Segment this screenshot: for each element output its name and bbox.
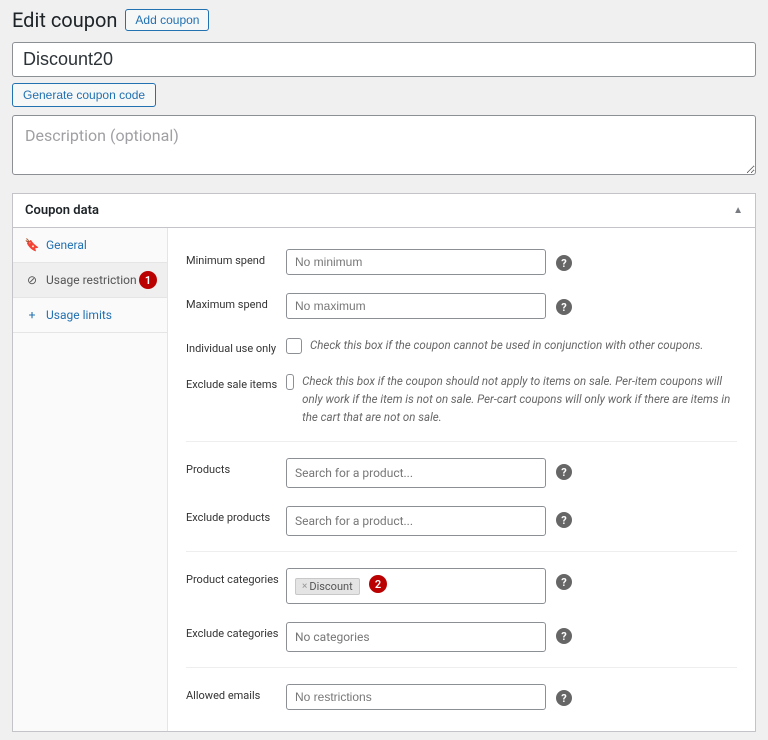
tab-label: General [46, 238, 87, 252]
coupon-data-panel: Coupon data ▲ 🔖 General ⊘ Usage restrict… [12, 193, 756, 732]
description-textarea[interactable] [12, 115, 756, 175]
field-label: Maximum spend [186, 293, 286, 311]
products-select[interactable]: Search for a product... [286, 458, 546, 488]
panel-body: 🔖 General ⊘ Usage restriction 1 + Usage … [13, 228, 755, 731]
annotation-badge-2: 2 [369, 575, 387, 593]
tag-icon: 🔖 [25, 238, 39, 252]
max-spend-input[interactable] [286, 293, 546, 319]
help-icon[interactable]: ? [556, 628, 572, 644]
row-individual-use: Individual use only Check this box if th… [186, 328, 737, 364]
individual-use-checkbox[interactable] [286, 338, 302, 354]
tab-general[interactable]: 🔖 General [13, 228, 167, 263]
row-exclude-products: Exclude products Search for a product...… [186, 497, 737, 545]
page-title: Edit coupon [12, 8, 117, 32]
page-header: Edit coupon Add coupon [12, 8, 756, 32]
help-icon[interactable]: ? [556, 464, 572, 480]
row-exclude-categories: Exclude categories No categories ? [186, 613, 737, 661]
add-coupon-button[interactable]: Add coupon [125, 9, 209, 31]
field-label: Individual use only [186, 337, 286, 355]
checkbox-description: Check this box if the coupon should not … [302, 373, 737, 426]
help-icon[interactable]: ? [556, 574, 572, 590]
field-label: Minimum spend [186, 249, 286, 267]
exclude-categories-select[interactable]: No categories [286, 622, 546, 652]
coupon-code-input[interactable] [12, 42, 756, 77]
help-icon[interactable]: ? [556, 690, 572, 706]
row-min-spend: Minimum spend ? [186, 240, 737, 284]
select-placeholder: No categories [295, 630, 370, 644]
panel-toggle-icon[interactable]: ▲ [733, 205, 743, 216]
field-label: Exclude sale items [186, 373, 286, 391]
tabs-sidebar: 🔖 General ⊘ Usage restriction 1 + Usage … [13, 228, 168, 731]
row-exclude-sale: Exclude sale items Check this box if the… [186, 364, 737, 435]
tab-usage-limits[interactable]: + Usage limits [13, 298, 167, 333]
field-label: Allowed emails [186, 684, 286, 702]
field-label: Exclude products [186, 506, 286, 524]
min-spend-input[interactable] [286, 249, 546, 275]
select-placeholder: Search for a product... [295, 466, 413, 480]
row-allowed-emails: Allowed emails ? [186, 667, 737, 719]
row-max-spend: Maximum spend ? [186, 284, 737, 328]
block-icon: ⊘ [25, 273, 39, 287]
panel-header: Coupon data ▲ [13, 194, 755, 228]
field-label: Product categories [186, 568, 286, 586]
exclude-sale-checkbox[interactable] [286, 374, 294, 390]
field-label: Products [186, 458, 286, 476]
allowed-emails-input[interactable] [286, 684, 546, 710]
help-icon[interactable]: ? [556, 255, 572, 271]
remove-tag-icon[interactable]: × [302, 581, 307, 592]
help-icon[interactable]: ? [556, 299, 572, 315]
exclude-products-select[interactable]: Search for a product... [286, 506, 546, 536]
checkbox-description: Check this box if the coupon cannot be u… [310, 337, 703, 355]
help-icon[interactable]: ? [556, 512, 572, 528]
tab-label: Usage restriction [46, 273, 137, 287]
category-tag[interactable]: × Discount [295, 578, 360, 595]
row-product-categories: Product categories × Discount 2 ? [186, 551, 737, 613]
product-categories-select[interactable]: × Discount 2 [286, 568, 546, 604]
generate-code-button[interactable]: Generate coupon code [12, 83, 156, 107]
panel-title: Coupon data [25, 203, 99, 218]
annotation-badge-1: 1 [139, 271, 157, 289]
tab-label: Usage limits [46, 308, 112, 322]
row-products: Products Search for a product... ? [186, 441, 737, 497]
tab-usage-restriction[interactable]: ⊘ Usage restriction 1 [13, 263, 167, 298]
plus-icon: + [25, 308, 39, 322]
tab-content: Minimum spend ? Maximum spend ? Individu… [168, 228, 755, 731]
select-placeholder: Search for a product... [295, 514, 413, 528]
tag-label: Discount [309, 580, 352, 593]
field-label: Exclude categories [186, 622, 286, 640]
